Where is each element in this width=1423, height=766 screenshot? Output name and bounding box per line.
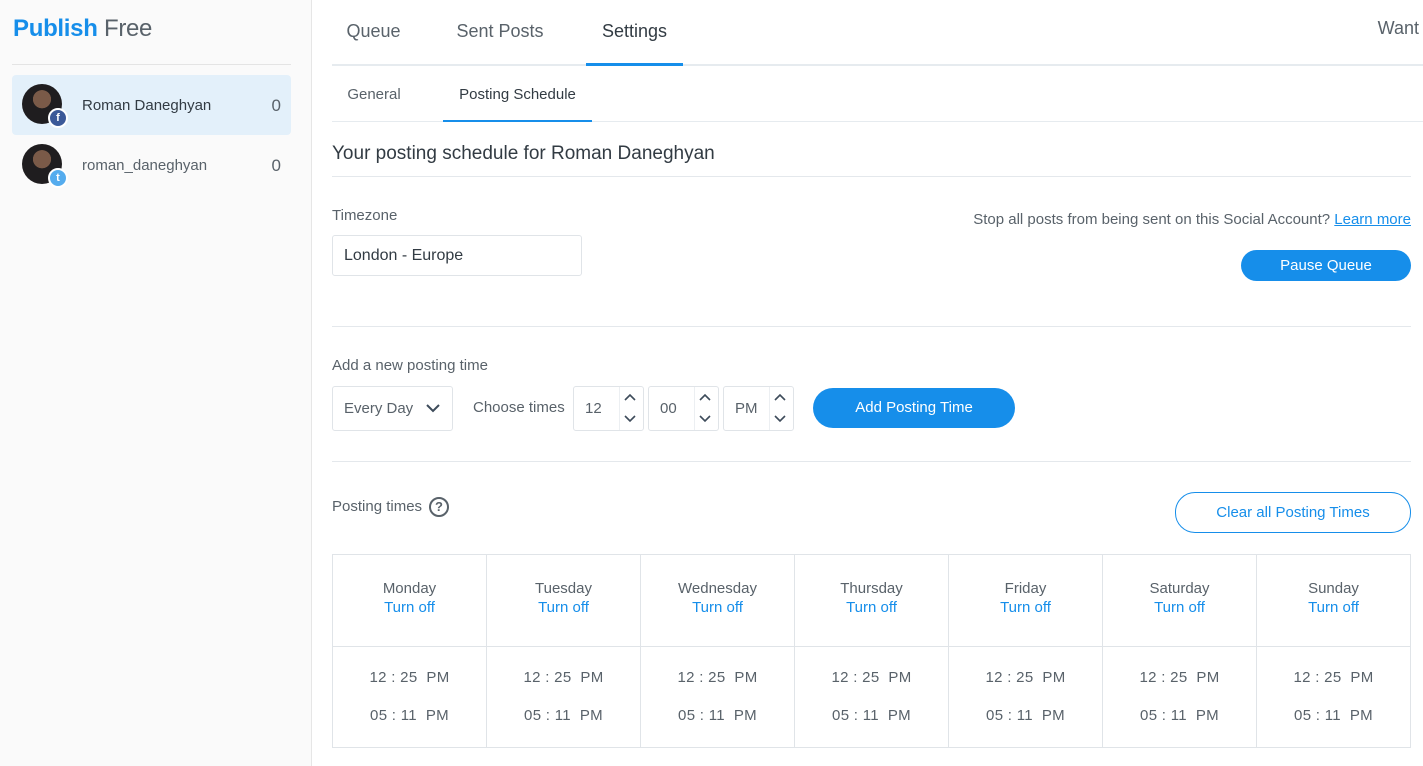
ampm-stepper[interactable]: PM (723, 386, 794, 431)
logo-part-publish: Publish (13, 15, 98, 42)
posting-time[interactable]: 05 : 11 PM (641, 707, 794, 724)
clear-all-posting-times-button[interactable]: Clear all Posting Times (1175, 492, 1411, 533)
day-name: Tuesday (535, 580, 592, 597)
turn-off-link[interactable]: Turn off (1257, 599, 1410, 616)
turn-off-link[interactable]: Turn off (487, 599, 640, 616)
day-header: Wednesday Turn off (641, 555, 794, 647)
choose-times-label: Choose times (473, 399, 565, 416)
pause-text: Stop all posts from being sent on this S… (973, 211, 1331, 228)
account-item-twitter[interactable]: t roman_daneghyan 0 (12, 135, 291, 195)
day-column-thursday: Thursday Turn off 12 : 25 PM 05 : 11 PM (795, 555, 949, 747)
tab-sent-posts[interactable]: Sent Posts (447, 0, 553, 66)
tab-settings[interactable]: Settings (586, 0, 683, 66)
day-name: Sunday (1308, 580, 1359, 597)
hour-value: 12 (585, 400, 602, 417)
posting-time[interactable]: 12 : 25 PM (641, 669, 794, 686)
tab-queue[interactable]: Queue (332, 0, 415, 66)
posting-time[interactable]: 05 : 11 PM (1257, 707, 1410, 724)
posting-time[interactable]: 12 : 25 PM (1103, 669, 1256, 686)
day-select[interactable]: Every Day (332, 386, 453, 431)
minute-value: 00 (660, 400, 677, 417)
logo-part-free: Free (103, 15, 153, 42)
posting-time[interactable]: 12 : 25 PM (1257, 669, 1410, 686)
pause-description: Stop all posts from being sent on this S… (973, 211, 1411, 228)
day-name: Friday (1004, 580, 1047, 597)
turn-off-link[interactable]: Turn off (1103, 599, 1256, 616)
day-column-saturday: Saturday Turn off 12 : 25 PM 05 : 11 PM (1103, 555, 1257, 747)
posting-time[interactable]: 05 : 11 PM (487, 707, 640, 724)
account-post-count: 0 (271, 156, 281, 175)
day-column-friday: Friday Turn off 12 : 25 PM 05 : 11 PM (949, 555, 1103, 747)
chevron-up-icon[interactable] (769, 387, 793, 409)
posting-time[interactable]: 12 : 25 PM (949, 669, 1102, 686)
help-icon[interactable]: ? (429, 497, 449, 517)
posting-time[interactable]: 12 : 25 PM (795, 669, 948, 686)
posting-time[interactable]: 12 : 25 PM (333, 669, 486, 686)
day-name: Monday (382, 580, 437, 597)
subtab-general[interactable]: General (332, 66, 416, 122)
pause-queue-button[interactable]: Pause Queue (1241, 250, 1411, 281)
chevron-down-icon[interactable] (769, 409, 793, 431)
header-upgrade-text[interactable]: Want (1378, 18, 1419, 39)
day-column-tuesday: Tuesday Turn off 12 : 25 PM 05 : 11 PM (487, 555, 641, 747)
account-name: Roman Daneghyan (82, 97, 212, 114)
day-select-value: Every Day (344, 400, 414, 417)
divider (332, 176, 1411, 177)
account-name: roman_daneghyan (82, 157, 208, 174)
subtab-posting-schedule[interactable]: Posting Schedule (443, 66, 592, 122)
day-name: Wednesday (678, 580, 757, 597)
posting-time[interactable]: 05 : 11 PM (1103, 707, 1256, 724)
divider (332, 326, 1411, 327)
day-column-wednesday: Wednesday Turn off 12 : 25 PM 05 : 11 PM (641, 555, 795, 747)
day-header: Friday Turn off (949, 555, 1102, 647)
learn-more-link[interactable]: Learn more (1334, 211, 1411, 228)
posting-time[interactable]: 05 : 11 PM (333, 707, 486, 724)
posting-time[interactable]: 12 : 25 PM (487, 669, 640, 686)
app-logo[interactable]: Publish Free (13, 15, 152, 43)
day-name: Thursday (840, 580, 903, 597)
minute-stepper[interactable]: 00 (648, 386, 719, 431)
turn-off-link[interactable]: Turn off (795, 599, 948, 616)
facebook-icon: f (48, 108, 68, 128)
posting-time[interactable]: 05 : 11 PM (795, 707, 948, 724)
day-header: Monday Turn off (333, 555, 486, 647)
chevron-down-icon[interactable] (619, 409, 643, 431)
page-title: Your posting schedule for Roman Daneghya… (332, 143, 715, 164)
add-posting-time-button[interactable]: Add Posting Time (813, 388, 1015, 428)
posting-schedule-table: Monday Turn off 12 : 25 PM 05 : 11 PM Tu… (332, 554, 1411, 748)
turn-off-link[interactable]: Turn off (641, 599, 794, 616)
twitter-icon: t (48, 168, 68, 188)
posting-times-label: Posting times (332, 498, 423, 515)
main-content: Queue Sent Posts Settings Want General P… (312, 0, 1423, 766)
day-header: Tuesday Turn off (487, 555, 640, 647)
sidebar-divider (12, 64, 291, 65)
ampm-value: PM (735, 400, 758, 417)
day-header: Thursday Turn off (795, 555, 948, 647)
account-post-count: 0 (271, 96, 281, 115)
chevron-down-icon[interactable] (694, 409, 718, 431)
posting-time[interactable]: 05 : 11 PM (949, 707, 1102, 724)
sidebar: Publish Free f Roman Daneghyan 0 t roman… (0, 0, 312, 766)
timezone-label: Timezone (332, 207, 398, 224)
divider (332, 461, 1411, 462)
turn-off-link[interactable]: Turn off (949, 599, 1102, 616)
hour-stepper[interactable]: 12 (573, 386, 644, 431)
timezone-input[interactable]: London - Europe (332, 235, 582, 276)
chevron-down-icon (426, 404, 440, 413)
chevron-up-icon[interactable] (619, 387, 643, 409)
day-column-sunday: Sunday Turn off 12 : 25 PM 05 : 11 PM (1257, 555, 1410, 747)
chevron-up-icon[interactable] (694, 387, 718, 409)
day-header: Saturday Turn off (1103, 555, 1256, 647)
day-header: Sunday Turn off (1257, 555, 1410, 647)
settings-subtabs: General Posting Schedule (332, 66, 1423, 122)
day-name: Saturday (1149, 580, 1210, 597)
add-time-label: Add a new posting time (332, 357, 488, 374)
turn-off-link[interactable]: Turn off (333, 599, 486, 616)
main-tabs: Queue Sent Posts Settings Want (332, 0, 1423, 66)
account-item-facebook[interactable]: f Roman Daneghyan 0 (12, 75, 291, 135)
day-column-monday: Monday Turn off 12 : 25 PM 05 : 11 PM (333, 555, 487, 747)
